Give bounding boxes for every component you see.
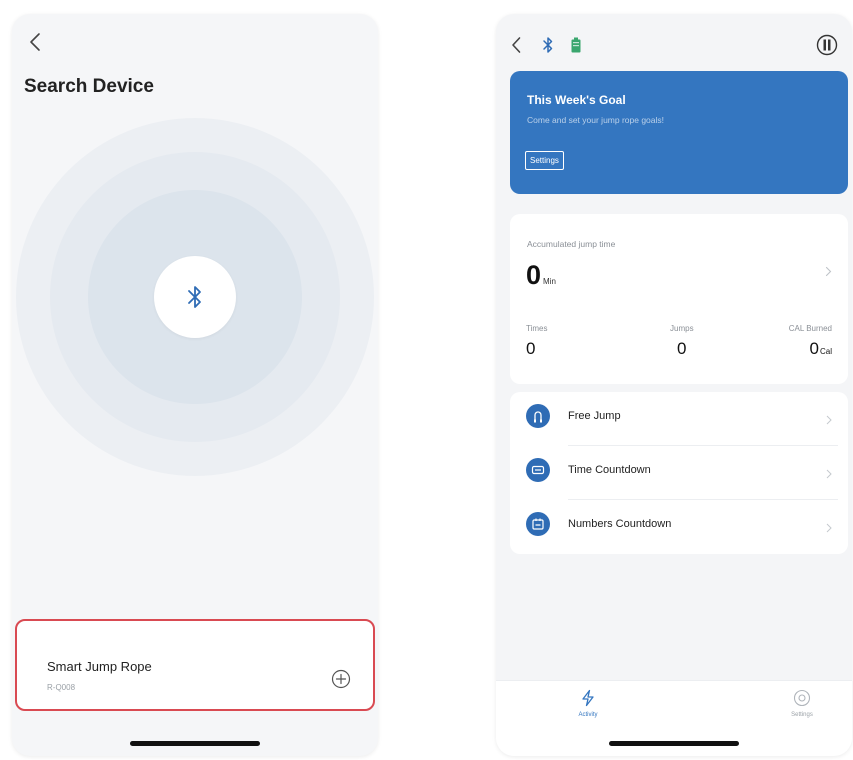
goal-subtitle: Come and set your jump rope goals! <box>527 115 665 125</box>
goal-settings-button[interactable]: Settings <box>525 151 564 170</box>
stat-jumps: Jumps 0 <box>670 324 694 359</box>
stat-jumps-value: 0 <box>677 339 687 358</box>
mode-free-jump[interactable]: Free Jump <box>510 392 848 446</box>
tab-label: Settings <box>791 712 813 718</box>
mode-time-countdown[interactable]: Time Countdown <box>510 446 848 500</box>
stat-jumps-label: Jumps <box>670 324 694 333</box>
mode-label: Numbers Countdown <box>568 518 672 530</box>
device-name: Smart Jump Rope <box>47 659 152 674</box>
lightning-icon <box>582 689 594 707</box>
stat-calories-label: CAL Burned <box>788 324 832 333</box>
mode-label: Free Jump <box>568 410 621 422</box>
stat-calories-value: 0 <box>809 339 819 358</box>
tab-settings[interactable]: Settings <box>772 689 832 718</box>
chevron-right-icon <box>826 412 832 425</box>
mode-label: Time Countdown <box>568 464 651 476</box>
bluetooth-icon <box>188 286 201 308</box>
back-arrow-icon[interactable] <box>28 32 42 52</box>
bluetooth-scan-button <box>154 256 236 338</box>
chevron-right-icon <box>826 520 832 533</box>
bluetooth-icon <box>542 36 554 54</box>
home-indicator <box>130 741 260 746</box>
battery-icon <box>571 37 581 53</box>
accumulated-time: 0 Min <box>526 260 556 291</box>
chevron-right-icon[interactable] <box>825 264 832 277</box>
device-list-item[interactable]: Smart Jump Rope R-Q008 <box>15 619 375 711</box>
accumulated-time-unit: Min <box>543 277 556 286</box>
accumulated-time-value: 0 <box>526 260 542 290</box>
tab-activity[interactable]: Activity <box>558 689 618 718</box>
home-indicator <box>609 741 739 746</box>
accumulated-time-label: Accumulated jump time <box>527 239 616 249</box>
stat-calories: CAL Burned 0 Cal <box>789 324 832 359</box>
search-device-screen: Search Device Smart Jump Rope R-Q008 <box>12 14 378 756</box>
counter-icon <box>526 512 550 536</box>
activity-screen: This Week's Goal Come and set your jump … <box>496 14 852 756</box>
goal-title: This Week's Goal <box>527 93 626 107</box>
timer-icon <box>526 458 550 482</box>
page-title: Search Device <box>24 76 154 97</box>
menu-icon[interactable] <box>816 34 838 56</box>
top-bar <box>510 34 838 58</box>
stats-card[interactable]: Accumulated jump time 0 Min Times 0 Jump… <box>510 214 848 384</box>
add-device-button[interactable] <box>331 669 351 689</box>
device-id: R-Q008 <box>47 683 76 692</box>
tab-label: Activity <box>578 712 598 718</box>
weekly-goal-card: This Week's Goal Come and set your jump … <box>510 71 848 194</box>
add-circle-icon <box>331 669 351 689</box>
stat-calories-unit: Cal <box>819 347 832 356</box>
stat-times-value: 0 <box>526 339 536 358</box>
settings-circle-icon <box>793 689 811 707</box>
stat-times: Times 0 <box>526 324 547 359</box>
jump-modes-list: Free Jump Time Countdown Numbers Countdo… <box>510 392 848 554</box>
bottom-tab-bar: Activity Settings <box>496 680 852 756</box>
chevron-right-icon <box>826 466 832 479</box>
back-arrow-icon[interactable] <box>510 36 522 54</box>
mode-numbers-countdown[interactable]: Numbers Countdown <box>510 500 848 554</box>
jump-rope-icon <box>526 404 550 428</box>
stat-times-label: Times <box>526 324 548 333</box>
